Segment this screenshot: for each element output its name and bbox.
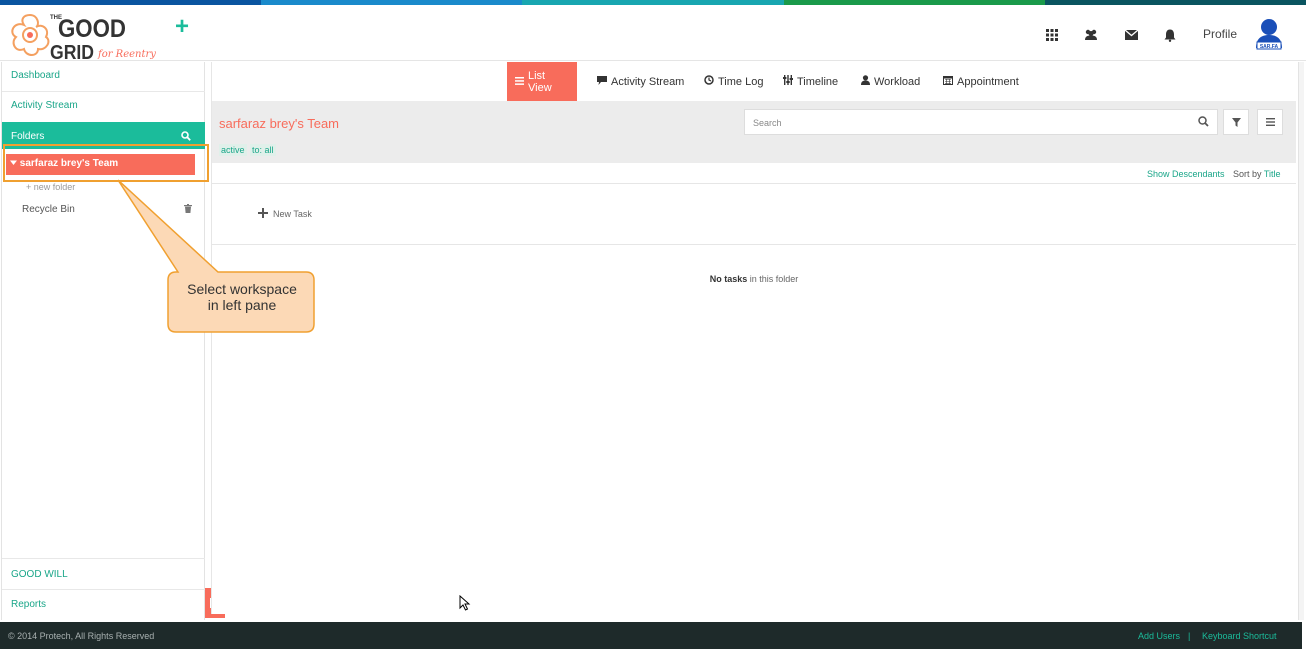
- sidebar-divider: [2, 91, 205, 92]
- users-icon[interactable]: [1083, 27, 1099, 43]
- caret-down-icon: [10, 158, 20, 169]
- keyboard-shortcut-link[interactable]: Keyboard Shortcut: [1202, 631, 1277, 641]
- tab-activity-stream[interactable]: Activity Stream: [589, 62, 692, 101]
- svg-text:GOOD: GOOD: [58, 15, 126, 43]
- header: THE GOOD GRID for Reentry + Profile SAR.…: [0, 5, 1306, 64]
- sidebar-divider: [2, 589, 205, 590]
- grid-icon[interactable]: [1044, 27, 1060, 43]
- bell-icon[interactable]: [1162, 27, 1178, 43]
- sidebar-item-dashboard[interactable]: Dashboard: [11, 70, 60, 81]
- sort-by-control: Sort by Title: [1233, 169, 1281, 179]
- filter-button[interactable]: [1223, 109, 1249, 135]
- tab-label: Activity Stream: [611, 75, 685, 88]
- show-descendants-link[interactable]: Show Descendants: [1147, 169, 1225, 179]
- logo-graphic: THE GOOD GRID for Reentry: [11, 13, 156, 64]
- search-input[interactable]: Search: [744, 109, 1218, 135]
- app-logo[interactable]: THE GOOD GRID for Reentry: [6, 9, 156, 64]
- folder-subheader: sarfaraz brey's Team active to: all Sear…: [212, 101, 1296, 163]
- filter-icon: [1231, 117, 1241, 127]
- assignee-filter-tag[interactable]: to: all: [250, 144, 276, 156]
- footer: © 2014 Protech, All Rights Reserved Add …: [0, 622, 1302, 649]
- calendar-icon: [943, 75, 953, 88]
- status-filter-tag[interactable]: active: [219, 144, 247, 156]
- footer-separator: |: [1188, 631, 1191, 641]
- callout-text: Select workspace in left pane: [170, 281, 314, 313]
- tab-appointment[interactable]: Appointment: [935, 62, 1027, 101]
- copyright-text: © 2014 Protech, All Rights Reserved: [8, 631, 155, 641]
- task-divider: [212, 244, 1296, 245]
- menu-button[interactable]: [1257, 109, 1283, 135]
- sidebar-item-good-will[interactable]: GOOD WILL: [11, 569, 68, 580]
- tab-label: Workload: [874, 75, 921, 88]
- folders-header: Folders: [2, 122, 205, 149]
- svg-text:GRID: GRID: [50, 42, 94, 61]
- sidebar-item-reports[interactable]: Reports: [11, 599, 46, 610]
- callout-line: Select workspace: [187, 281, 297, 297]
- sidebar: Dashboard Activity Stream Folders sarfar…: [1, 62, 205, 620]
- sidebar-item-activity-stream[interactable]: Activity Stream: [11, 100, 78, 111]
- sidebar-item-recycle-bin[interactable]: Recycle Bin: [22, 204, 75, 215]
- view-tabs: List View Activity Stream Time Log Timel…: [212, 62, 1296, 101]
- svg-text:for Reentry: for Reentry: [97, 49, 156, 60]
- user-icon: [861, 75, 870, 88]
- avatar[interactable]: SAR.FA: [1254, 18, 1284, 52]
- tab-list-view[interactable]: List View: [507, 62, 577, 101]
- tab-time-log[interactable]: Time Log: [696, 62, 771, 101]
- search-placeholder: Search: [753, 118, 782, 128]
- hamburger-icon: [1265, 118, 1275, 126]
- tab-timeline[interactable]: Timeline: [775, 62, 846, 101]
- add-users-link[interactable]: Add Users: [1138, 631, 1180, 641]
- profile-link[interactable]: Profile: [1203, 27, 1237, 41]
- callout-line: in left pane: [207, 297, 277, 313]
- tab-label: Time Log: [718, 75, 764, 88]
- tab-workload[interactable]: Workload: [853, 62, 928, 101]
- folders-label: Folders: [11, 131, 45, 142]
- search-icon[interactable]: [181, 131, 191, 144]
- list-options-row: Show Descendants Sort by Title: [212, 163, 1296, 184]
- tab-label: Timeline: [797, 75, 839, 88]
- sidebar-item-team-workspace[interactable]: sarfaraz brey's Team: [6, 154, 195, 175]
- mail-icon[interactable]: [1123, 27, 1139, 43]
- sort-field-link[interactable]: Title: [1264, 169, 1281, 179]
- list-icon: [515, 76, 524, 88]
- tab-label: Appointment: [957, 75, 1019, 88]
- empty-state-message: No tasks in this folder: [212, 274, 1296, 284]
- team-label: sarfaraz brey's Team: [19, 158, 119, 169]
- sort-by-label: Sort by: [1233, 169, 1262, 179]
- tab-label: List View: [528, 69, 552, 94]
- create-plus-button[interactable]: +: [175, 15, 189, 39]
- svg-text:SAR.FA: SAR.FA: [1260, 44, 1279, 50]
- main-content: List View Activity Stream Time Log Timel…: [211, 62, 1296, 614]
- new-folder-link[interactable]: + new folder: [26, 182, 75, 192]
- clock-icon: [704, 75, 714, 88]
- mouse-cursor-icon: [459, 595, 471, 611]
- empty-state-bold: No tasks: [709, 274, 748, 284]
- empty-state-rest: in this folder: [747, 274, 799, 284]
- page-scrollbar[interactable]: [1298, 62, 1304, 620]
- page-title: sarfaraz brey's Team: [219, 116, 340, 131]
- sliders-icon: [783, 75, 793, 88]
- comment-icon: [597, 75, 607, 88]
- sidebar-divider: [2, 558, 205, 559]
- search-icon[interactable]: [1198, 116, 1209, 129]
